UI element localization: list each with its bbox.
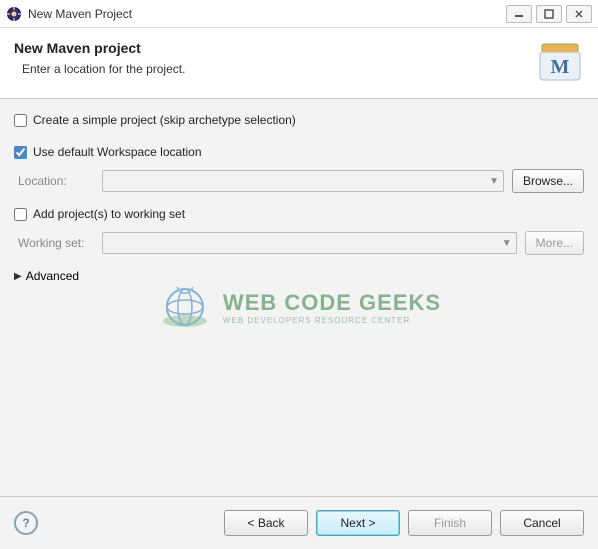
advanced-expander[interactable]: ▶ Advanced <box>14 269 584 283</box>
next-button[interactable]: Next > <box>316 510 400 536</box>
location-row: Location: ▼ Browse... <box>14 169 584 193</box>
maximize-button[interactable] <box>536 5 562 23</box>
default-workspace-label[interactable]: Use default Workspace location <box>33 145 202 159</box>
window-title: New Maven Project <box>28 7 500 21</box>
location-label: Location: <box>18 174 94 188</box>
location-combo[interactable]: ▼ <box>102 170 504 192</box>
watermark-subtitle: WEB DEVELOPERS RESOURCE CENTER <box>223 316 441 325</box>
page-subtitle: Enter a location for the project. <box>14 62 185 76</box>
svg-text:M: M <box>551 56 570 78</box>
browse-button[interactable]: Browse... <box>512 169 584 193</box>
working-set-field-label: Working set: <box>18 236 94 250</box>
simple-project-label[interactable]: Create a simple project (skip archetype … <box>33 113 296 127</box>
window-titlebar: New Maven Project <box>0 0 598 28</box>
maven-icon: M <box>536 40 584 84</box>
working-set-field-row: Working set: ▼ More... <box>14 231 584 255</box>
working-set-checkbox[interactable] <box>14 208 27 221</box>
chevron-down-icon: ▼ <box>502 238 512 249</box>
working-set-row: Add project(s) to working set <box>14 207 584 221</box>
working-set-combo: ▼ <box>102 232 517 254</box>
back-button[interactable]: < Back <box>224 510 308 536</box>
default-workspace-row: Use default Workspace location <box>14 145 584 159</box>
more-button: More... <box>525 231 584 255</box>
app-icon <box>6 6 22 22</box>
close-button[interactable] <box>566 5 592 23</box>
advanced-label: Advanced <box>26 269 79 283</box>
expand-icon: ▶ <box>14 271 22 282</box>
simple-project-row: Create a simple project (skip archetype … <box>14 113 584 127</box>
chevron-down-icon: ▼ <box>489 176 499 187</box>
watermark: WEB CODE GEEKS WEB DEVELOPERS RESOURCE C… <box>157 279 441 335</box>
watermark-title: WEB CODE GEEKS <box>223 290 441 316</box>
cancel-button[interactable]: Cancel <box>500 510 584 536</box>
simple-project-checkbox[interactable] <box>14 114 27 127</box>
finish-button: Finish <box>408 510 492 536</box>
wizard-header: New Maven project Enter a location for t… <box>0 28 598 99</box>
window-controls <box>506 5 592 23</box>
working-set-label[interactable]: Add project(s) to working set <box>33 207 185 221</box>
page-title: New Maven project <box>14 40 185 56</box>
minimize-button[interactable] <box>506 5 532 23</box>
wizard-content: Create a simple project (skip archetype … <box>0 99 598 497</box>
help-button[interactable]: ? <box>14 511 38 535</box>
default-workspace-checkbox[interactable] <box>14 146 27 159</box>
wizard-footer: ? < Back Next > Finish Cancel <box>0 497 598 549</box>
